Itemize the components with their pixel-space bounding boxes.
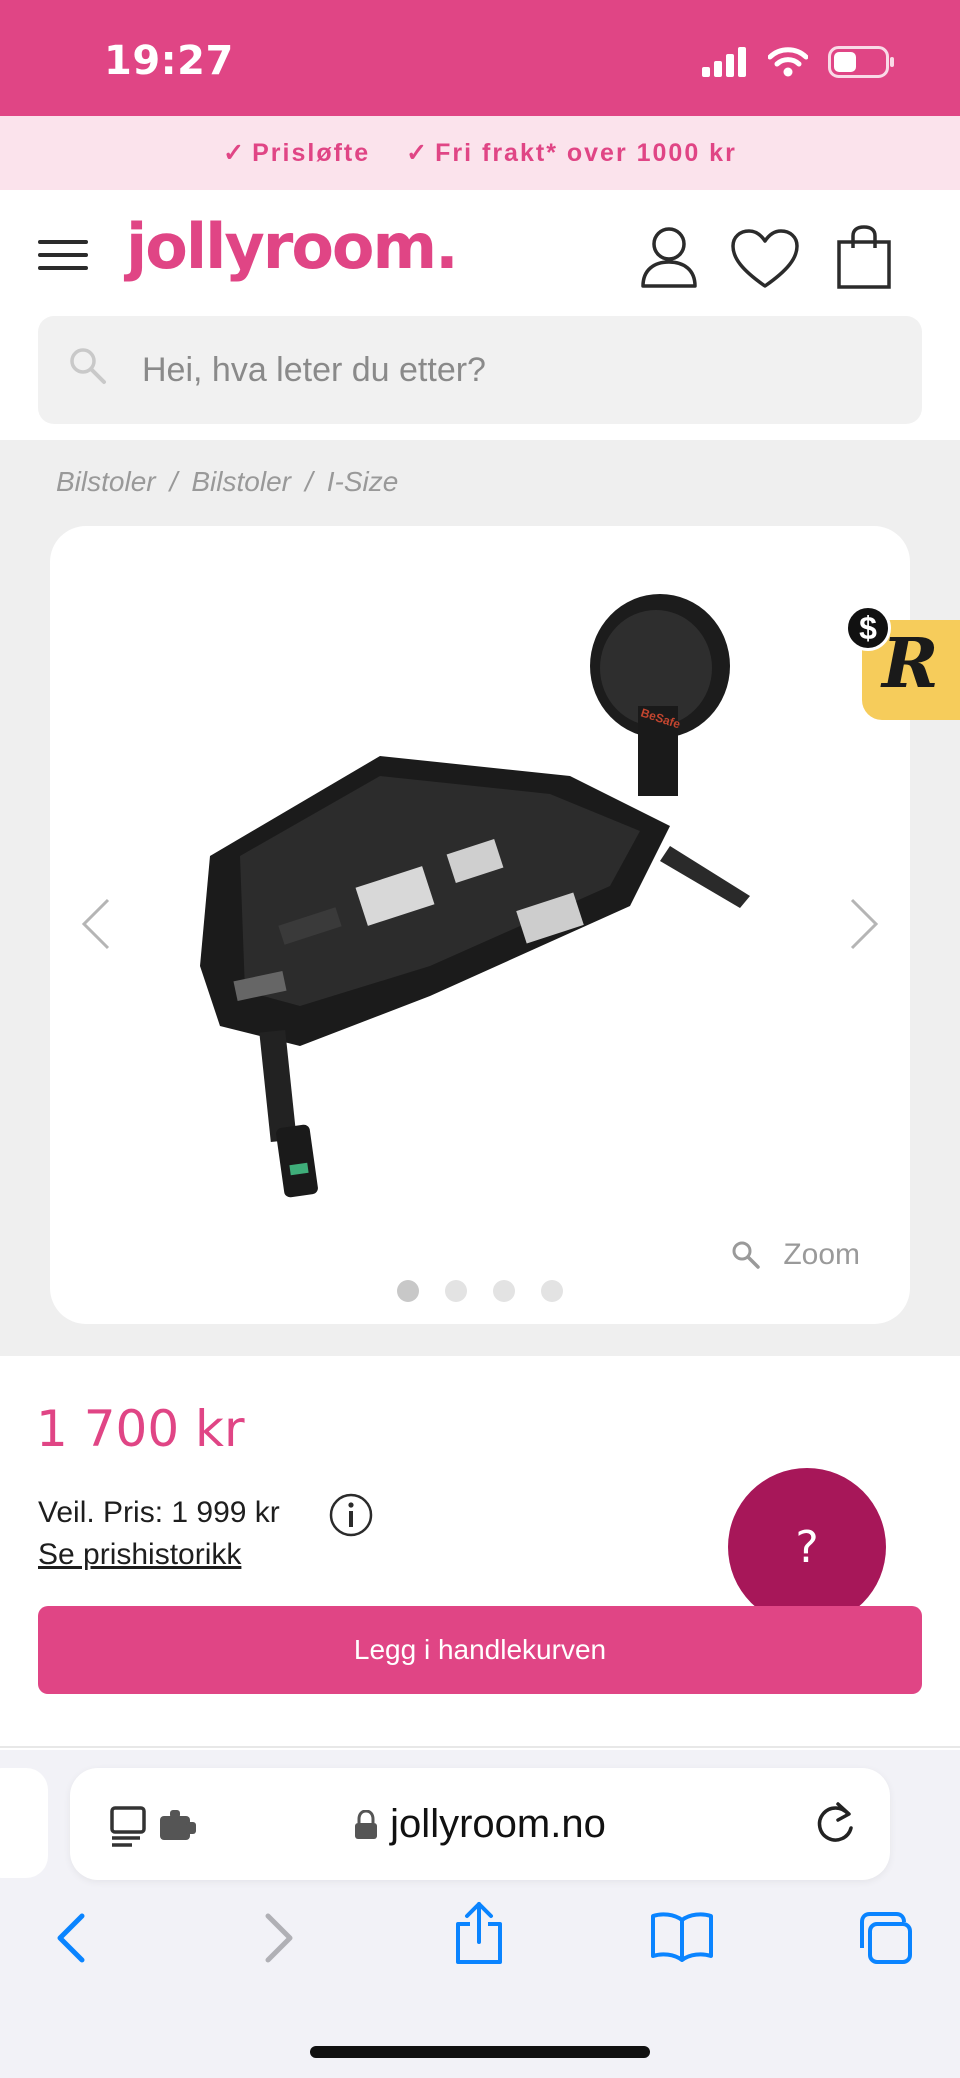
product-image: BeSafe — [200, 594, 750, 1198]
recommended-price: Veil. Pris: 1 999 kr — [38, 1496, 280, 1529]
breadcrumb-link[interactable]: Bilstoler — [56, 466, 156, 498]
lock-icon — [355, 1809, 378, 1839]
url-display[interactable]: jollyroom.no — [70, 1802, 890, 1847]
breadcrumb: Bilstoler / Bilstoler / I-Size — [56, 466, 398, 498]
checkmark-icon: ✓ — [406, 139, 430, 167]
back-icon[interactable] — [54, 1910, 88, 1966]
help-button[interactable]: ? — [728, 1468, 886, 1626]
gallery-pagination — [50, 1280, 910, 1302]
gallery-dot[interactable] — [541, 1280, 563, 1302]
next-image-arrow-icon[interactable] — [848, 896, 882, 952]
wifi-icon — [768, 47, 808, 77]
usp-label: Prisløfte — [252, 138, 371, 167]
divider — [0, 1746, 960, 1748]
cellular-signal-icon — [702, 47, 746, 77]
add-to-cart-button[interactable]: Legg i handlekurven — [38, 1606, 922, 1694]
status-time: 19:27 — [104, 38, 234, 84]
page: { "status_bar": { "time": "19:27" }, "us… — [0, 0, 960, 2078]
home-indicator — [310, 2046, 650, 2058]
site-logo[interactable]: jollyroom. — [126, 210, 459, 283]
search-bar[interactable] — [38, 316, 922, 424]
safari-chrome: jollyroom.no — [0, 1750, 960, 2078]
tabs-icon[interactable] — [856, 1910, 916, 1966]
battery-icon — [828, 46, 894, 78]
product-image-card[interactable]: BeSafe Zoom — [50, 526, 910, 1324]
rewards-logo: R — [882, 624, 939, 704]
breadcrumb-separator: / — [169, 466, 178, 497]
search-icon — [70, 348, 106, 384]
usp-label: Fri frakt* over 1000 kr — [435, 138, 737, 167]
dollar-badge-icon: $ — [845, 605, 891, 651]
breadcrumb-link[interactable]: Bilstoler — [191, 466, 291, 498]
previous-tab-peek[interactable] — [0, 1768, 48, 1878]
breadcrumb-link[interactable]: I-Size — [327, 466, 399, 498]
usp-item: ✓ Fri frakt* over 1000 kr — [406, 138, 737, 168]
reload-icon[interactable] — [814, 1800, 856, 1846]
price-history-link[interactable]: Se prishistorikk — [38, 1538, 241, 1572]
previous-image-arrow-icon[interactable] — [78, 896, 112, 952]
url-text: jollyroom.no — [390, 1802, 606, 1846]
site-header: jollyroom. — [0, 190, 960, 320]
forward-icon[interactable] — [262, 1910, 296, 1966]
breadcrumb-separator: / — [304, 466, 313, 497]
usp-bar: ✓ Prisløfte ✓ Fri frakt* over 1000 kr — [0, 116, 960, 190]
gallery-dot[interactable] — [445, 1280, 467, 1302]
usp-item: ✓ Prisløfte — [223, 138, 370, 168]
address-bar[interactable]: jollyroom.no — [70, 1768, 890, 1880]
zoom-button[interactable]: Zoom — [731, 1238, 860, 1272]
zoom-magnifier-icon — [732, 1241, 761, 1269]
search-input[interactable] — [142, 316, 902, 424]
wishlist-heart-icon[interactable] — [730, 228, 800, 290]
status-icons — [702, 46, 896, 78]
status-bar: 19:27 — [0, 0, 960, 116]
zoom-label: Zoom — [783, 1238, 860, 1271]
checkmark-icon: ✓ — [223, 139, 247, 167]
gallery-dot-active[interactable] — [397, 1280, 419, 1302]
safari-toolbar — [0, 1902, 960, 2010]
product-price: 1 700 kr — [36, 1400, 245, 1458]
account-icon[interactable] — [640, 226, 698, 288]
menu-icon[interactable] — [38, 240, 88, 270]
product-gallery-section: Bilstoler / Bilstoler / I-Size BeSafe Zo… — [0, 440, 960, 1356]
share-icon[interactable] — [452, 1900, 506, 1966]
bookmarks-icon[interactable] — [650, 1910, 714, 1962]
gallery-dot[interactable] — [493, 1280, 515, 1302]
info-icon[interactable] — [328, 1492, 374, 1538]
cart-bag-icon[interactable] — [836, 224, 892, 290]
